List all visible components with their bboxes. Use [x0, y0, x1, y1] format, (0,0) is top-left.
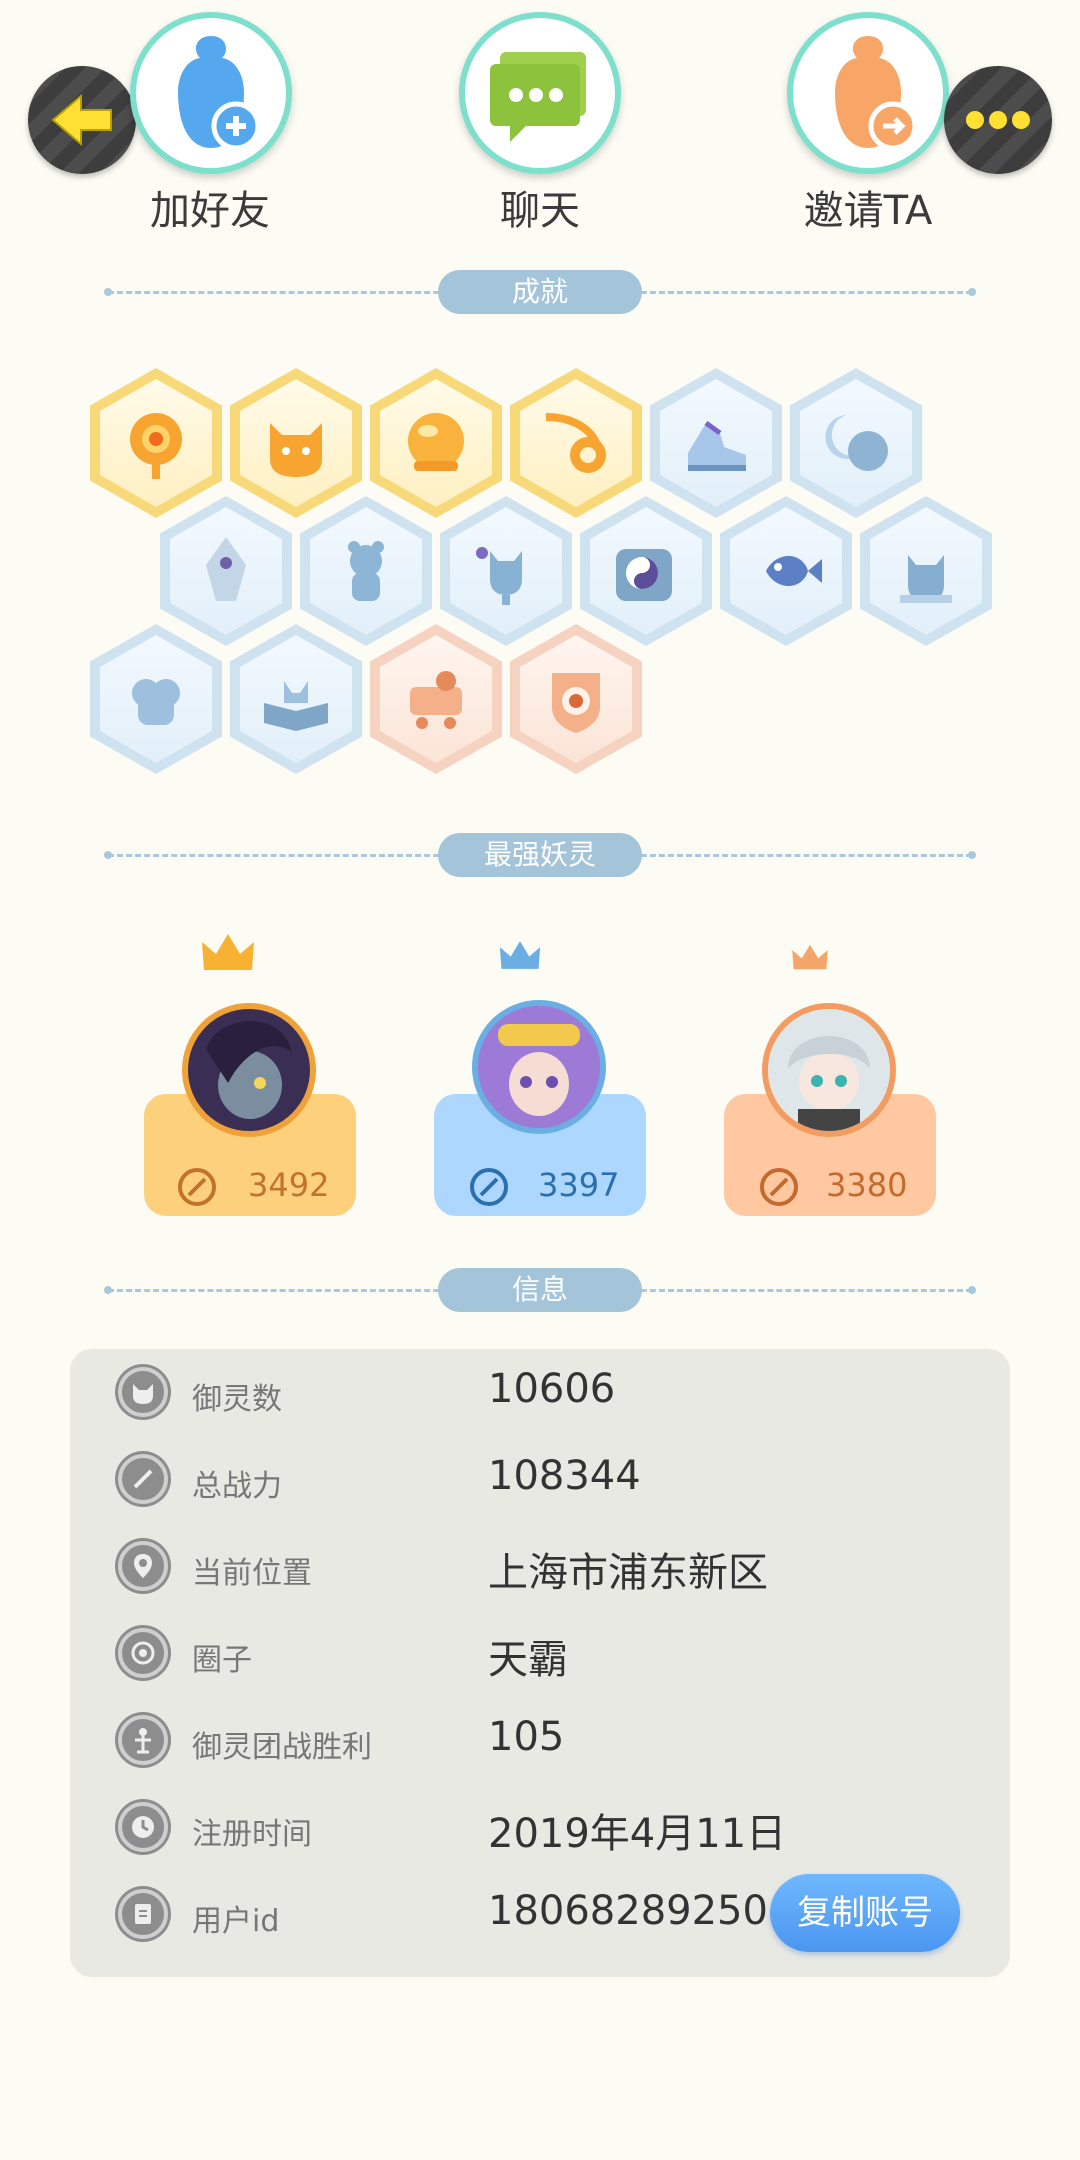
- blob-icon: [132, 679, 180, 725]
- power-icon: [118, 1454, 168, 1504]
- strongest-title: 最强妖灵: [438, 833, 642, 877]
- add-friend-icon: [178, 36, 261, 151]
- crystal-badge[interactable]: [160, 496, 292, 646]
- achievements-title: 成就: [438, 270, 642, 314]
- book-badge[interactable]: [230, 624, 362, 774]
- moon-badge[interactable]: [790, 368, 922, 518]
- battle-victory-icon: [118, 1715, 168, 1765]
- more-dots-icon: [966, 111, 1030, 129]
- dragon-badge[interactable]: [860, 496, 992, 646]
- info-label: 总战力: [192, 1469, 282, 1504]
- spirit-avatar: [762, 1003, 896, 1137]
- info-value: 上海市浦东新区: [488, 1550, 768, 1596]
- chat-button[interactable]: [459, 12, 621, 174]
- crown-orange-icon: [792, 944, 828, 970]
- chat-bubble-icon: [490, 52, 586, 142]
- back-arrow-icon: [51, 93, 112, 147]
- info-label: 御灵数: [192, 1382, 282, 1417]
- copy-account-button[interactable]: 复制账号: [770, 1874, 960, 1952]
- yinyang-stone-badge[interactable]: [580, 496, 712, 646]
- back-button[interactable]: [28, 66, 136, 174]
- fish-badge[interactable]: [720, 496, 852, 646]
- book-icon: [264, 681, 328, 731]
- spirit-portrait-dark-icon: [188, 1009, 310, 1131]
- add-friend-label: 加好友: [150, 188, 270, 234]
- moon-icon: [825, 415, 888, 471]
- spirit-score: 3492: [248, 1166, 330, 1204]
- info-value: 105: [488, 1714, 565, 1760]
- clock-icon: [118, 1802, 168, 1852]
- cat-icon: [476, 547, 522, 605]
- blob-badge[interactable]: [90, 624, 222, 774]
- spirit-avatar: [472, 1000, 606, 1134]
- crystal-icon: [206, 537, 246, 601]
- dragon-icon: [900, 555, 952, 603]
- user-id-icon: [118, 1889, 168, 1939]
- location-pin-icon: [118, 1541, 168, 1591]
- info-label: 当前位置: [192, 1556, 312, 1591]
- invite-icon: [835, 36, 918, 151]
- info-value: 天霸: [488, 1637, 568, 1683]
- divider-dot: [968, 851, 976, 859]
- info-label: 用户id: [192, 1904, 280, 1939]
- spirit-portrait-silver-icon: [768, 1009, 890, 1131]
- cat-moon-badge[interactable]: [230, 368, 362, 518]
- spirit-avatar: [182, 1003, 316, 1137]
- divider-dot: [968, 1286, 976, 1294]
- circle-group-icon: [118, 1628, 168, 1678]
- divider-dot: [104, 1286, 112, 1294]
- yinyang-icon: [616, 549, 672, 601]
- spirit-count-icon: [118, 1367, 168, 1417]
- sun-badge[interactable]: [90, 368, 222, 518]
- info-title: 信息: [438, 1268, 642, 1312]
- sword-badge-icon: [760, 1168, 798, 1206]
- info-value: 108344: [488, 1453, 641, 1499]
- comet-icon: [545, 413, 606, 473]
- info-value: 10606: [488, 1366, 616, 1412]
- shield-icon: [552, 673, 600, 733]
- crown-gold-icon: [202, 934, 254, 970]
- spirit-score: 3397: [538, 1166, 620, 1204]
- divider-dot: [104, 851, 112, 859]
- info-value: 18068289250: [488, 1888, 768, 1934]
- bear-icon: [348, 541, 384, 601]
- fish-icon: [766, 556, 822, 586]
- spirit-portrait-purple-icon: [478, 1006, 600, 1128]
- divider-dot: [968, 288, 976, 296]
- sword-badge-icon: [178, 1168, 216, 1206]
- divider-dot: [104, 288, 112, 296]
- crown-blue-icon: [499, 941, 541, 969]
- info-value: 2019年4月11日: [488, 1811, 787, 1857]
- sword-badge-icon: [470, 1168, 508, 1206]
- add-friend-button[interactable]: [130, 12, 292, 174]
- bear-badge[interactable]: [300, 496, 432, 646]
- shield-badge[interactable]: [510, 624, 642, 774]
- cart-badge[interactable]: [370, 624, 502, 774]
- shoe-icon: [688, 420, 746, 471]
- sun-icon: [130, 413, 182, 479]
- invite-button[interactable]: [787, 12, 949, 174]
- cat-face-icon: [270, 423, 322, 477]
- cart-icon: [410, 671, 462, 729]
- info-label: 注册时间: [192, 1817, 312, 1852]
- cat-flower-badge[interactable]: [440, 496, 572, 646]
- yinyang-comet-badge[interactable]: [510, 368, 642, 518]
- ball-icon: [408, 413, 464, 471]
- invite-label: 邀请TA: [803, 188, 933, 234]
- chat-label: 聊天: [500, 188, 580, 234]
- more-button[interactable]: [944, 66, 1052, 174]
- spirit-score: 3380: [826, 1166, 908, 1204]
- ball-badge[interactable]: [370, 368, 502, 518]
- info-label: 御灵团战胜利: [192, 1730, 372, 1765]
- info-label: 圈子: [192, 1643, 252, 1678]
- shoe-badge[interactable]: [650, 368, 782, 518]
